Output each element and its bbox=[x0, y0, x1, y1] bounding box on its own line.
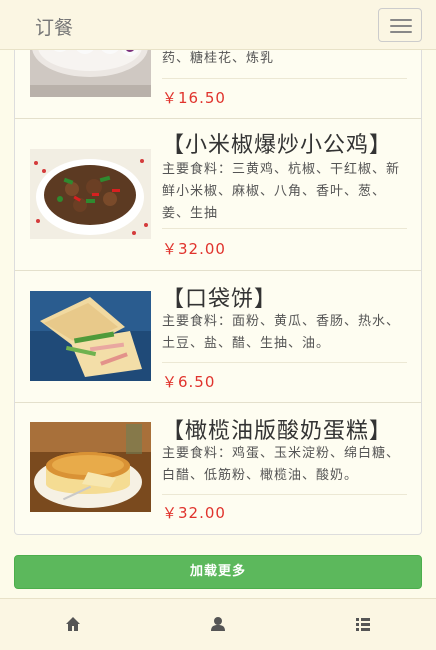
dish-ingredients: 主要食料：面粉、黄瓜、香肠、热水、土豆、盐、醋、生抽、油。 bbox=[162, 314, 401, 351]
dish-image[interactable] bbox=[30, 291, 151, 381]
dish-item[interactable]: 【橄榄油版酸奶蛋糕】 主要食料：鸡蛋、玉米淀粉、绵白糖、白醋、低筋粉、橄榄油、酸… bbox=[15, 403, 421, 535]
dish-price: ￥32.00 bbox=[162, 504, 226, 522]
tab-list[interactable] bbox=[290, 599, 435, 650]
dish-list: 药、糖桂花、炼乳 ￥16.50 【小米椒爆炒小公鸡】 主要食料：三黄鸡、杭椒、干… bbox=[14, 0, 422, 535]
divider bbox=[162, 494, 407, 495]
divider bbox=[162, 362, 407, 363]
tab-user[interactable] bbox=[145, 599, 290, 650]
dish-price: ￥6.50 bbox=[162, 373, 216, 391]
dish-ingredients: 主要食料：三黄鸡、杭椒、干红椒、新鲜小米椒、麻椒、八角、香叶、葱、姜、生抽 bbox=[162, 162, 401, 221]
home-icon bbox=[65, 617, 80, 631]
dish-item[interactable]: 【小米椒爆炒小公鸡】 主要食料：三黄鸡、杭椒、干红椒、新鲜小米椒、麻椒、八角、香… bbox=[15, 119, 421, 271]
dish-item[interactable]: 【口袋饼】 主要食料：面粉、黄瓜、香肠、热水、土豆、盐、醋、生抽、油。 ￥6.5… bbox=[15, 271, 421, 403]
list-icon bbox=[355, 618, 370, 631]
divider bbox=[162, 78, 407, 79]
dish-price: ￥32.00 bbox=[162, 240, 226, 258]
dish-ingredients: 药、糖桂花、炼乳 bbox=[162, 51, 275, 66]
tab-home[interactable] bbox=[0, 599, 145, 650]
dish-title[interactable]: 【小米椒爆炒小公鸡】 bbox=[162, 127, 392, 159]
brand-title[interactable]: 订餐 bbox=[35, 13, 73, 40]
dish-title[interactable]: 【橄榄油版酸奶蛋糕】 bbox=[162, 413, 392, 445]
dish-ingredients: 主要食料：鸡蛋、玉米淀粉、绵白糖、白醋、低筋粉、橄榄油、酸奶。 bbox=[162, 446, 401, 483]
divider bbox=[162, 228, 407, 229]
top-navbar: 订餐 bbox=[0, 0, 436, 50]
bottom-tab-bar bbox=[0, 598, 436, 650]
dish-image[interactable] bbox=[30, 422, 151, 512]
dish-price: ￥16.50 bbox=[162, 89, 226, 107]
dish-image[interactable] bbox=[30, 149, 151, 239]
load-more-button[interactable]: 加载更多 bbox=[14, 555, 422, 589]
user-icon bbox=[210, 617, 225, 631]
menu-toggle-button[interactable] bbox=[378, 8, 422, 42]
dish-title[interactable]: 【口袋饼】 bbox=[162, 281, 277, 313]
